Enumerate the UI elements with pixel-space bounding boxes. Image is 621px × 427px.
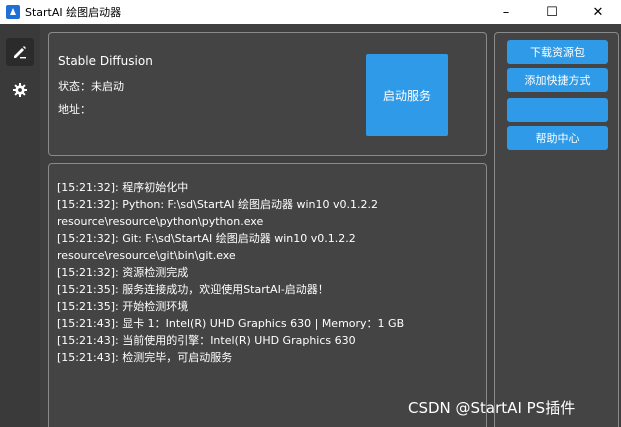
maximize-button[interactable]: ☐ xyxy=(529,0,575,24)
nav-item-settings[interactable] xyxy=(6,76,34,104)
address-label: 地址： xyxy=(58,103,91,116)
log-line: [15:21:43]: 显卡 1：Intel(R) UHD Graphics 6… xyxy=(57,317,405,330)
side-panel: 下载资源包 添加快捷方式 帮助中心 xyxy=(494,32,619,427)
app-logo-icon xyxy=(6,5,20,19)
service-info-panel: Stable Diffusion 状态：未启动 地址： 启动服务 xyxy=(48,32,487,156)
log-line: [15:21:32]: Python: F:\sd\StartAI 绘图启动器 … xyxy=(57,198,378,211)
start-service-button[interactable]: 启动服务 xyxy=(366,54,448,136)
log-line: resource\resource\git\bin\git.exe xyxy=(57,249,236,262)
nav-item-launch[interactable] xyxy=(6,38,34,66)
window-title: StartAI 绘图启动器 xyxy=(25,6,122,19)
log-line: [15:21:35]: 服务连接成功，欢迎使用StartAI-启动器！ xyxy=(57,283,329,296)
left-nav xyxy=(0,24,40,427)
download-resources-button[interactable]: 下载资源包 xyxy=(507,40,608,64)
log-panel: [15:21:32]: 程序初始化中 [15:21:32]: Python: F:… xyxy=(48,163,487,427)
log-lines: [15:21:32]: 程序初始化中 [15:21:32]: Python: F:… xyxy=(57,179,482,366)
add-shortcut-button[interactable]: 添加快捷方式 xyxy=(507,68,608,92)
status-label: 状态： xyxy=(58,80,91,93)
pencil-icon xyxy=(14,46,26,59)
log-line: resource\resource\python\python.exe xyxy=(57,215,264,228)
app-name: Stable Diffusion xyxy=(58,54,153,68)
watermark: CSDN @StartAI PS插件 xyxy=(408,399,576,417)
log-line: [15:21:32]: Git: F:\sd\StartAI 绘图启动器 win… xyxy=(57,232,356,245)
title-bar: StartAI 绘图启动器 – ☐ ✕ xyxy=(0,0,621,24)
window-controls: – ☐ ✕ xyxy=(483,0,621,24)
minimize-button[interactable]: – xyxy=(483,0,529,24)
gear-icon xyxy=(13,83,27,97)
log-line: [15:21:35]: 开始检测环境 xyxy=(57,300,189,313)
help-center-button[interactable]: 帮助中心 xyxy=(507,126,608,150)
status-row: 状态：未启动 xyxy=(58,78,124,94)
status-value: 未启动 xyxy=(91,80,124,93)
log-line: [15:21:32]: 程序初始化中 xyxy=(57,181,189,194)
log-line: [15:21:43]: 当前使用的引擎：Intel(R) UHD Graphic… xyxy=(57,334,356,347)
blank-button[interactable] xyxy=(507,98,608,122)
log-line: [15:21:43]: 检测完毕，可启动服务 xyxy=(57,351,233,364)
address-row: 地址： xyxy=(58,101,91,117)
close-button[interactable]: ✕ xyxy=(575,0,621,24)
log-line: [15:21:32]: 资源检测完成 xyxy=(57,266,189,279)
